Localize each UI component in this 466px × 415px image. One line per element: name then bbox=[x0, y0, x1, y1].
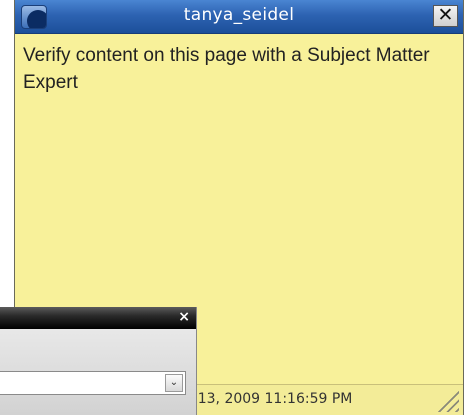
note-app-icon bbox=[21, 5, 47, 29]
overlapping-dialog: × ⌄ bbox=[0, 307, 197, 415]
note-titlebar[interactable]: tanya_seidel ✕ bbox=[15, 0, 463, 34]
resize-grip-icon[interactable] bbox=[437, 390, 459, 412]
chevron-down-icon[interactable]: ⌄ bbox=[165, 374, 183, 392]
note-timestamp: y 13, 2009 11:16:59 PM bbox=[185, 391, 353, 407]
dialog-close-icon[interactable]: × bbox=[178, 309, 190, 325]
dialog-titlebar[interactable]: × bbox=[0, 307, 196, 329]
note-title: tanya_seidel bbox=[183, 5, 295, 25]
close-icon[interactable]: ✕ bbox=[433, 5, 458, 27]
dialog-body: ⌄ bbox=[0, 329, 196, 415]
note-content[interactable]: Verify content on this page with a Subje… bbox=[23, 42, 453, 96]
dialog-dropdown[interactable]: ⌄ bbox=[0, 371, 186, 395]
